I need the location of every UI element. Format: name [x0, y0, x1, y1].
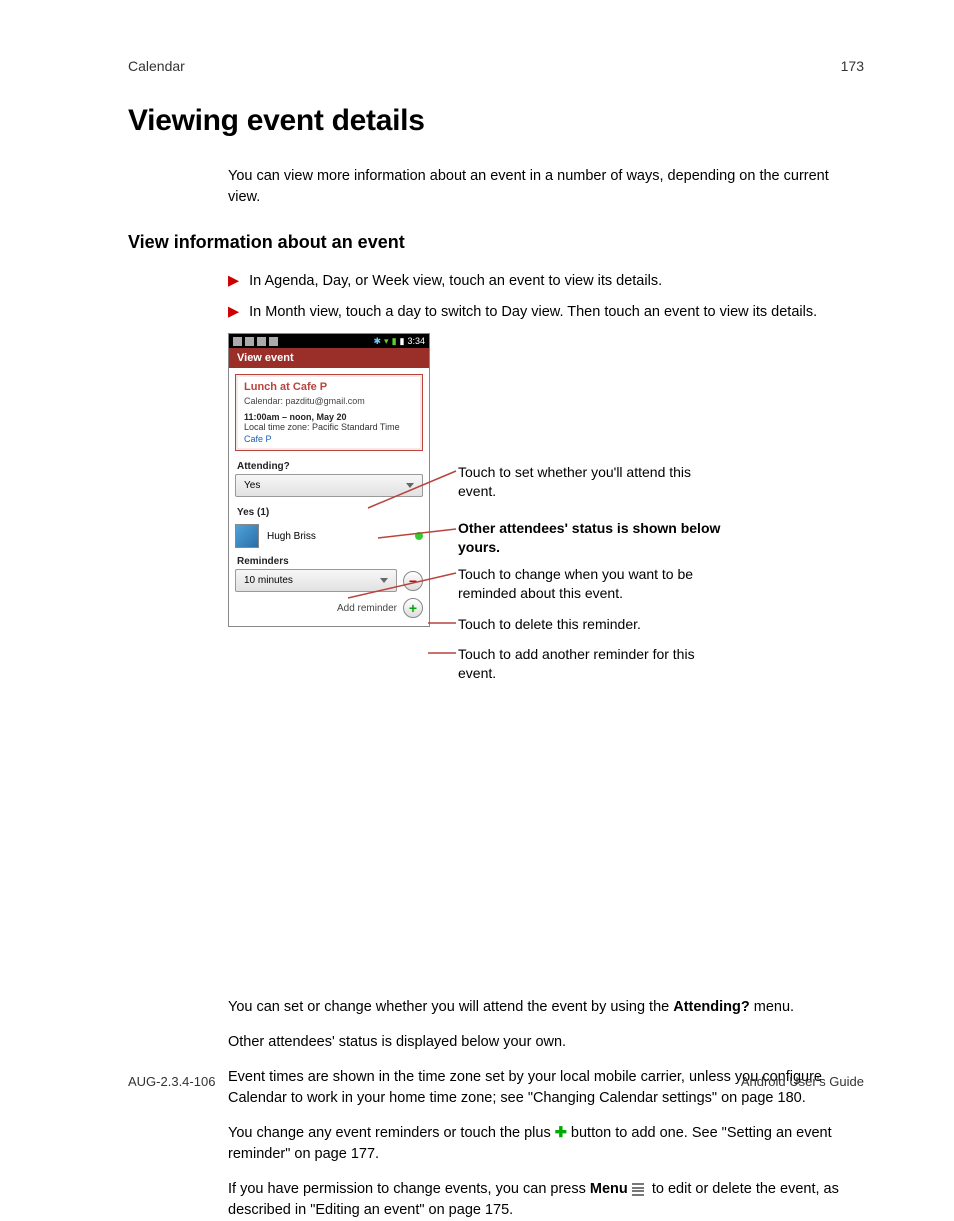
- signal-icon: ▮: [392, 336, 397, 347]
- plus-icon: +: [409, 601, 417, 615]
- add-reminder-label: Add reminder: [337, 603, 397, 614]
- reminder-value: 10 minutes: [244, 575, 293, 586]
- callout-attending: Touch to set whether you'll attend this …: [458, 463, 728, 501]
- header-section: Calendar: [128, 58, 185, 74]
- yes-count-label: Yes (1): [229, 503, 429, 520]
- event-calendar: Calendar: pazditu@gmail.com: [244, 396, 414, 406]
- status-dot-icon: [415, 532, 423, 540]
- callout-attendees: Other attendees' status is shown below y…: [458, 519, 728, 557]
- chevron-down-icon: [406, 483, 414, 488]
- page-title: Viewing event details: [128, 104, 864, 138]
- status-bar: ✱ ▾ ▮ ▮ 3:34: [229, 334, 429, 348]
- attendee-name: Hugh Briss: [267, 531, 407, 542]
- status-icon: [257, 337, 266, 346]
- menu-icon: [632, 1182, 644, 1198]
- avatar: [235, 524, 259, 548]
- window-title: View event: [229, 348, 429, 368]
- minus-icon: −: [409, 574, 417, 588]
- triangle-bullet-icon: ▶: [228, 271, 239, 292]
- callout-reminder-delete: Touch to delete this reminder.: [458, 615, 641, 634]
- subheading: View information about an event: [128, 232, 864, 253]
- bluetooth-icon: ✱: [373, 336, 381, 347]
- event-location: Cafe P: [244, 434, 414, 444]
- reminders-label: Reminders: [229, 552, 429, 569]
- callout-reminder-add: Touch to add another reminder for this e…: [458, 645, 728, 683]
- attending-dropdown[interactable]: Yes: [235, 474, 423, 497]
- chevron-down-icon: [380, 578, 388, 583]
- header-page-number: 173: [841, 58, 864, 74]
- intro-paragraph: You can view more information about an e…: [228, 166, 864, 208]
- phone-screenshot: ✱ ▾ ▮ ▮ 3:34 View event Lunch at Cafe P …: [228, 333, 430, 627]
- event-time: 11:00am – noon, May 20: [244, 412, 414, 422]
- bullet-text: In Agenda, Day, or Week view, touch an e…: [249, 271, 662, 292]
- delete-reminder-button[interactable]: −: [403, 571, 423, 591]
- add-reminder-button[interactable]: +: [403, 598, 423, 618]
- bullet-item: ▶ In Month view, touch a day to switch t…: [228, 302, 864, 323]
- attending-label: Attending?: [229, 457, 429, 474]
- callout-reminder-change: Touch to change when you want to be remi…: [458, 565, 728, 603]
- wifi-icon: ▾: [384, 336, 389, 347]
- status-icon: [245, 337, 254, 346]
- event-card: Lunch at Cafe P Calendar: pazditu@gmail.…: [235, 374, 423, 451]
- plus-icon: ✚: [555, 1125, 567, 1141]
- reminder-dropdown[interactable]: 10 minutes: [235, 569, 397, 592]
- status-icon: [233, 337, 242, 346]
- body-paragraph: Other attendees' status is displayed bel…: [228, 1032, 864, 1053]
- body-paragraph: You can set or change whether you will a…: [228, 997, 864, 1018]
- battery-icon: ▮: [400, 336, 405, 347]
- triangle-bullet-icon: ▶: [228, 302, 239, 323]
- bullet-text: In Month view, touch a day to switch to …: [249, 302, 817, 323]
- footer-right: Android User's Guide: [741, 1074, 864, 1089]
- clock: 3:34: [407, 336, 425, 346]
- event-title: Lunch at Cafe P: [244, 381, 414, 393]
- footer-left: AUG-2.3.4-106: [128, 1074, 215, 1089]
- event-timezone: Local time zone: Pacific Standard Time: [244, 422, 414, 432]
- attending-value: Yes: [244, 480, 260, 491]
- body-paragraph: If you have permission to change events,…: [228, 1179, 864, 1221]
- status-icon: [269, 337, 278, 346]
- body-paragraph: You change any event reminders or touch …: [228, 1123, 864, 1165]
- bullet-item: ▶ In Agenda, Day, or Week view, touch an…: [228, 271, 864, 292]
- attendee-row: Hugh Briss: [235, 524, 423, 548]
